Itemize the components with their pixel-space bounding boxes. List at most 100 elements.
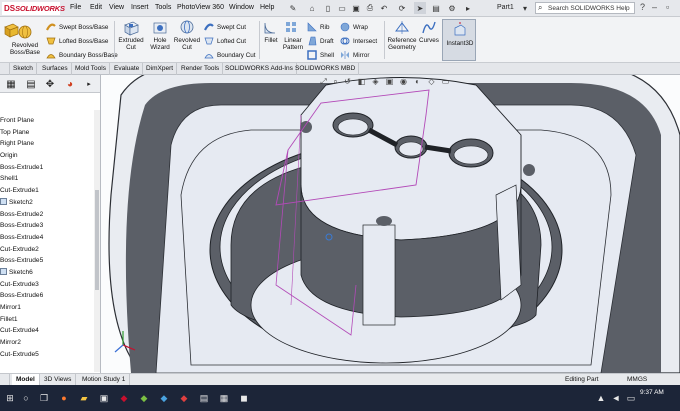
menu-photoview[interactable]: PhotoView 360 <box>177 4 224 11</box>
rebuild-icon[interactable]: ⟳ <box>396 2 408 14</box>
save-icon[interactable]: ▣ <box>350 2 362 14</box>
tab-dimxpert[interactable]: DimXpert <box>143 63 178 75</box>
tree-item[interactable]: Shell1 <box>0 173 94 185</box>
menu-tools[interactable]: Tools <box>155 4 171 11</box>
file-properties-icon[interactable]: ▤ <box>430 2 442 14</box>
apply-scene-icon[interactable]: ◇ <box>427 77 436 86</box>
solidworks-logo[interactable]: DS SOLIDWORKS <box>2 2 65 15</box>
options-icon[interactable]: ⚙ <box>446 2 458 14</box>
tree-item[interactable]: Boss-Extrude3 <box>0 220 94 232</box>
edit-appearance-icon[interactable]: ◐ <box>413 77 422 86</box>
reference-geometry-button[interactable]: Reference Geometry <box>386 19 418 51</box>
tab-render-tools[interactable]: Render Tools <box>178 63 224 75</box>
app-icon[interactable]: ◼ <box>238 392 250 404</box>
section-view-icon[interactable]: ◧ <box>357 77 366 86</box>
boundary-cut-button[interactable]: Boundary Cut <box>204 50 256 60</box>
keyboard-icon[interactable]: ▭ <box>625 392 637 404</box>
app-icon[interactable]: ▤ <box>198 392 210 404</box>
tree-item[interactable]: Front Plane <box>0 115 94 127</box>
tree-scrollbar[interactable] <box>94 110 100 372</box>
firefox-icon[interactable]: ● <box>58 392 70 404</box>
graphics-area[interactable]: ⤢ ⌕ ↺ ◧ ◈ ▣ ◉ ◐ ◇ ▭ <box>101 75 680 373</box>
menu-edit[interactable]: Edit <box>90 4 102 11</box>
shell-button[interactable]: Shell <box>307 50 334 60</box>
app-icon[interactable]: ▣ <box>98 392 110 404</box>
tab-mold-tools[interactable]: Mold Tools <box>72 63 110 75</box>
display-style-icon[interactable]: ▣ <box>385 77 394 86</box>
extruded-cut-button[interactable]: Extruded Cut <box>117 19 145 51</box>
open-icon[interactable]: ▭ <box>336 2 348 14</box>
search-input[interactable]: ⌕ Search SOLIDWORKS Help <box>535 2 635 14</box>
minimize-icon[interactable]: – <box>652 2 657 12</box>
property-manager-icon[interactable]: ▤ <box>22 77 40 91</box>
tree-item[interactable]: Boss-Extrude4 <box>0 232 94 244</box>
task-view-icon[interactable]: ❐ <box>38 392 50 404</box>
menu-help[interactable]: Help <box>260 4 274 11</box>
app-icon[interactable]: ◆ <box>178 392 190 404</box>
network-icon[interactable]: ▲ <box>595 392 607 404</box>
previous-view-icon[interactable]: ↺ <box>343 77 352 86</box>
curves-button[interactable]: Curves <box>418 19 440 44</box>
start-icon[interactable]: ⊞ <box>4 392 16 404</box>
menu-view[interactable]: View <box>109 4 124 11</box>
file-explorer-icon[interactable]: ▰ <box>78 392 90 404</box>
zoom-area-icon[interactable]: ⌕ <box>331 77 340 86</box>
configuration-icon[interactable]: ✥ <box>41 77 59 91</box>
feature-tree-icon[interactable]: ▦ <box>2 77 20 91</box>
chevron-down-icon[interactable]: ▾ <box>519 2 531 14</box>
tree-item[interactable]: Fillet1 <box>0 314 94 326</box>
linear-pattern-button[interactable]: Linear Pattern <box>281 19 305 51</box>
solidworks-icon[interactable]: ◆ <box>118 392 130 404</box>
help-icon[interactable]: ? <box>640 2 645 12</box>
new-document-icon[interactable]: ▯ <box>322 2 334 14</box>
tab-mbd[interactable]: SOLIDWORKS MBD <box>292 63 360 75</box>
clock[interactable]: 9:37 AM <box>640 389 664 397</box>
undo-icon[interactable]: ↶ <box>378 2 390 14</box>
model-view[interactable] <box>101 75 680 373</box>
tree-item[interactable]: Boss-Extrude6 <box>0 290 94 302</box>
draft-button[interactable]: Draft <box>307 36 334 46</box>
menu-insert[interactable]: Insert <box>131 4 149 11</box>
tree-item[interactable]: Boss-Extrude5 <box>0 255 94 267</box>
menu-window[interactable]: Window <box>229 4 254 11</box>
tree-item[interactable]: Boss-Extrude2 <box>0 209 94 221</box>
instant3d-button[interactable]: Instant3D <box>442 19 476 61</box>
view-orientation-icon[interactable]: ◈ <box>371 77 380 86</box>
tab-evaluate[interactable]: Evaluate <box>111 63 144 75</box>
tree-item[interactable]: Top Plane <box>0 127 94 139</box>
swept-boss-button[interactable]: Swept Boss/Base <box>46 22 108 32</box>
tab-surfaces[interactable]: Surfaces <box>39 63 72 75</box>
revolved-cut-button[interactable]: Revolved Cut <box>174 19 200 51</box>
app-icon[interactable]: ◆ <box>158 392 170 404</box>
tree-item-sketch2[interactable]: Sketch2 <box>0 197 94 209</box>
tab-addins[interactable]: SOLIDWORKS Add-Ins <box>222 63 297 75</box>
print-icon[interactable]: ⎙ <box>364 2 376 14</box>
tree-item[interactable]: Cut-Extrude5 <box>0 349 94 361</box>
revolved-boss-button[interactable]: Revolved Boss/Base <box>10 24 40 56</box>
tree-item[interactable]: Boss-Extrude1 <box>0 162 94 174</box>
lofted-boss-button[interactable]: Lofted Boss/Base <box>46 36 108 46</box>
select-icon[interactable]: ➤ <box>414 2 426 14</box>
lofted-cut-button[interactable]: Lofted Cut <box>204 36 246 46</box>
tree-item[interactable]: Right Plane <box>0 138 94 150</box>
tree-item[interactable]: Cut-Extrude3 <box>0 279 94 291</box>
tab-sketch[interactable]: Sketch <box>10 63 37 75</box>
tree-item[interactable]: Cut-Extrude2 <box>0 244 94 256</box>
tree-item[interactable]: Origin <box>0 150 94 162</box>
tree-item[interactable]: Cut-Extrude4 <box>0 325 94 337</box>
home-icon[interactable]: ⌂ <box>306 2 318 14</box>
fillet-button[interactable]: Fillet <box>261 19 281 44</box>
wrap-button[interactable]: Wrap <box>340 22 368 32</box>
window-menu-icon[interactable]: ▫ <box>666 2 669 12</box>
more-icon[interactable]: ▸ <box>462 2 474 14</box>
view-settings-icon[interactable]: ▭ <box>441 77 450 86</box>
pin-icon[interactable]: ✎ <box>287 2 299 14</box>
tree-item[interactable]: Mirror2 <box>0 337 94 349</box>
mirror-button[interactable]: Mirror <box>340 50 369 60</box>
app-icon[interactable]: ◆ <box>138 392 150 404</box>
menu-file[interactable]: File <box>70 4 81 11</box>
rib-button[interactable]: Rib <box>307 22 329 32</box>
scrollbar-thumb[interactable] <box>95 190 99 290</box>
tab-features[interactable] <box>0 63 10 75</box>
tree-item[interactable]: Mirror1 <box>0 302 94 314</box>
